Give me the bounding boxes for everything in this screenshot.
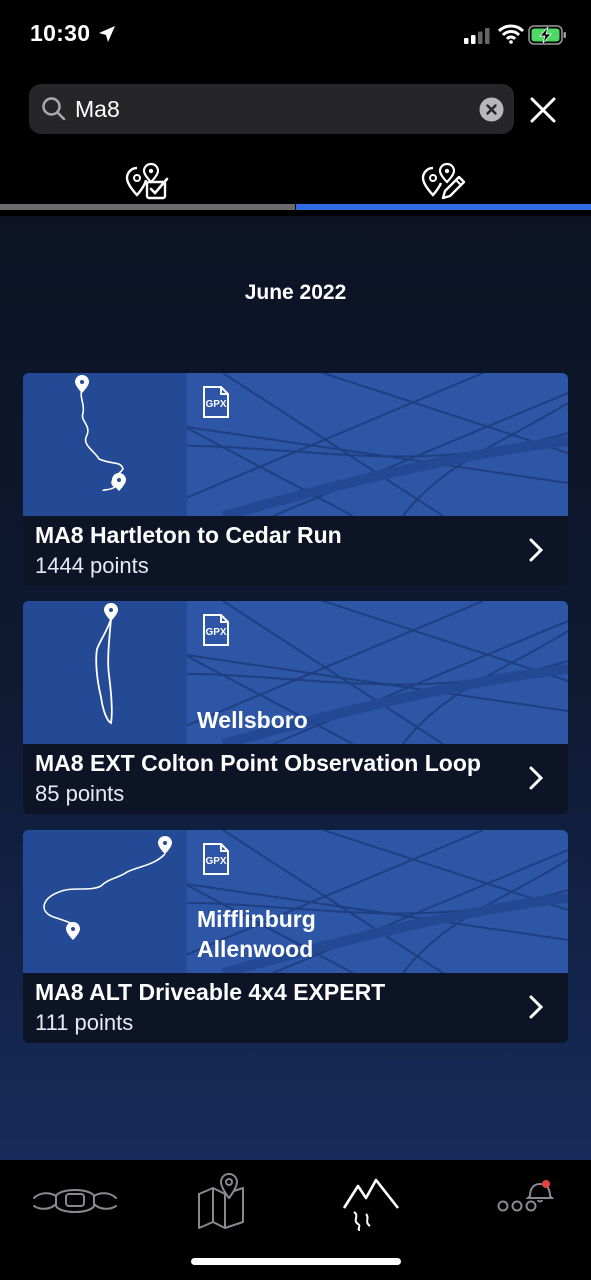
route-name: MA8 EXT Colton Point Observation Loop	[35, 750, 481, 776]
route-map-banner: GPX Wellsboro	[23, 601, 568, 744]
search-bar-row: Ma8	[0, 72, 591, 150]
route-card[interactable]: GPX Wellsboro MA8 EXT Colton Point Obser…	[23, 601, 568, 814]
more-notifications-icon[interactable]	[494, 1170, 554, 1222]
route-map-banner: GPX Mifflinburg Allenwood	[23, 830, 568, 973]
motorcycle-icon[interactable]	[30, 1170, 120, 1230]
wifi-icon	[498, 24, 524, 44]
gpx-label: GPX	[205, 856, 226, 867]
route-info: MA8 Hartleton to Cedar Run 1444 points	[23, 516, 568, 586]
close-icon[interactable]	[530, 97, 556, 123]
home-indicator	[191, 1258, 401, 1265]
route-card[interactable]: GPX MA8 Hartleton to Cedar Run 1444 poin…	[23, 373, 568, 586]
search-input[interactable]: Ma8	[75, 96, 120, 123]
cellular-signal-icon	[464, 28, 490, 44]
gpx-file-icon: GPX	[203, 614, 229, 646]
route-region-label: Allenwood	[197, 936, 314, 962]
route-region-label: Mifflinburg	[197, 906, 316, 932]
route-checked-icon	[125, 162, 168, 200]
search-field[interactable]: Ma8	[29, 84, 514, 134]
tab-created-routes[interactable]	[296, 150, 591, 210]
status-bar: 10:30	[0, 0, 591, 72]
route-thumbnail	[23, 373, 187, 516]
route-thumbnail	[23, 601, 187, 744]
gpx-file-icon: GPX	[203, 843, 229, 875]
mountain-trail-icon[interactable]	[340, 1170, 402, 1232]
gpx-label: GPX	[205, 627, 226, 638]
route-points: 1444 points	[35, 553, 149, 578]
route-thumbnail	[23, 830, 187, 973]
gpx-file-icon: GPX	[203, 386, 229, 418]
map-icon[interactable]	[195, 1170, 251, 1230]
section-date-title: June 2022	[244, 281, 347, 304]
status-time: 10:30	[30, 20, 91, 46]
tab-saved-routes[interactable]	[0, 150, 295, 210]
route-card[interactable]: GPX Mifflinburg Allenwood MA8 ALT Drivea…	[23, 830, 568, 1043]
route-tabs	[0, 150, 591, 216]
battery-charging-icon	[528, 25, 566, 45]
route-points: 85 points	[35, 781, 125, 806]
route-name: MA8 ALT Driveable 4x4 EXPERT	[35, 979, 386, 1005]
route-info: MA8 EXT Colton Point Observation Loop 85…	[23, 744, 568, 814]
route-points: 111 points	[35, 1010, 134, 1035]
chevron-right-icon[interactable]	[528, 766, 544, 790]
location-arrow-icon	[99, 26, 115, 42]
route-edit-icon	[421, 162, 465, 200]
clear-search-icon[interactable]	[479, 97, 504, 122]
route-map-banner: GPX	[23, 373, 568, 516]
route-info: MA8 ALT Driveable 4x4 EXPERT 111 points	[23, 973, 568, 1043]
search-icon	[42, 97, 66, 121]
chevron-right-icon[interactable]	[528, 995, 544, 1019]
chevron-right-icon[interactable]	[528, 538, 544, 562]
route-region-label: Wellsboro	[197, 707, 308, 733]
route-name: MA8 Hartleton to Cedar Run	[35, 522, 342, 548]
gpx-label: GPX	[205, 399, 226, 410]
